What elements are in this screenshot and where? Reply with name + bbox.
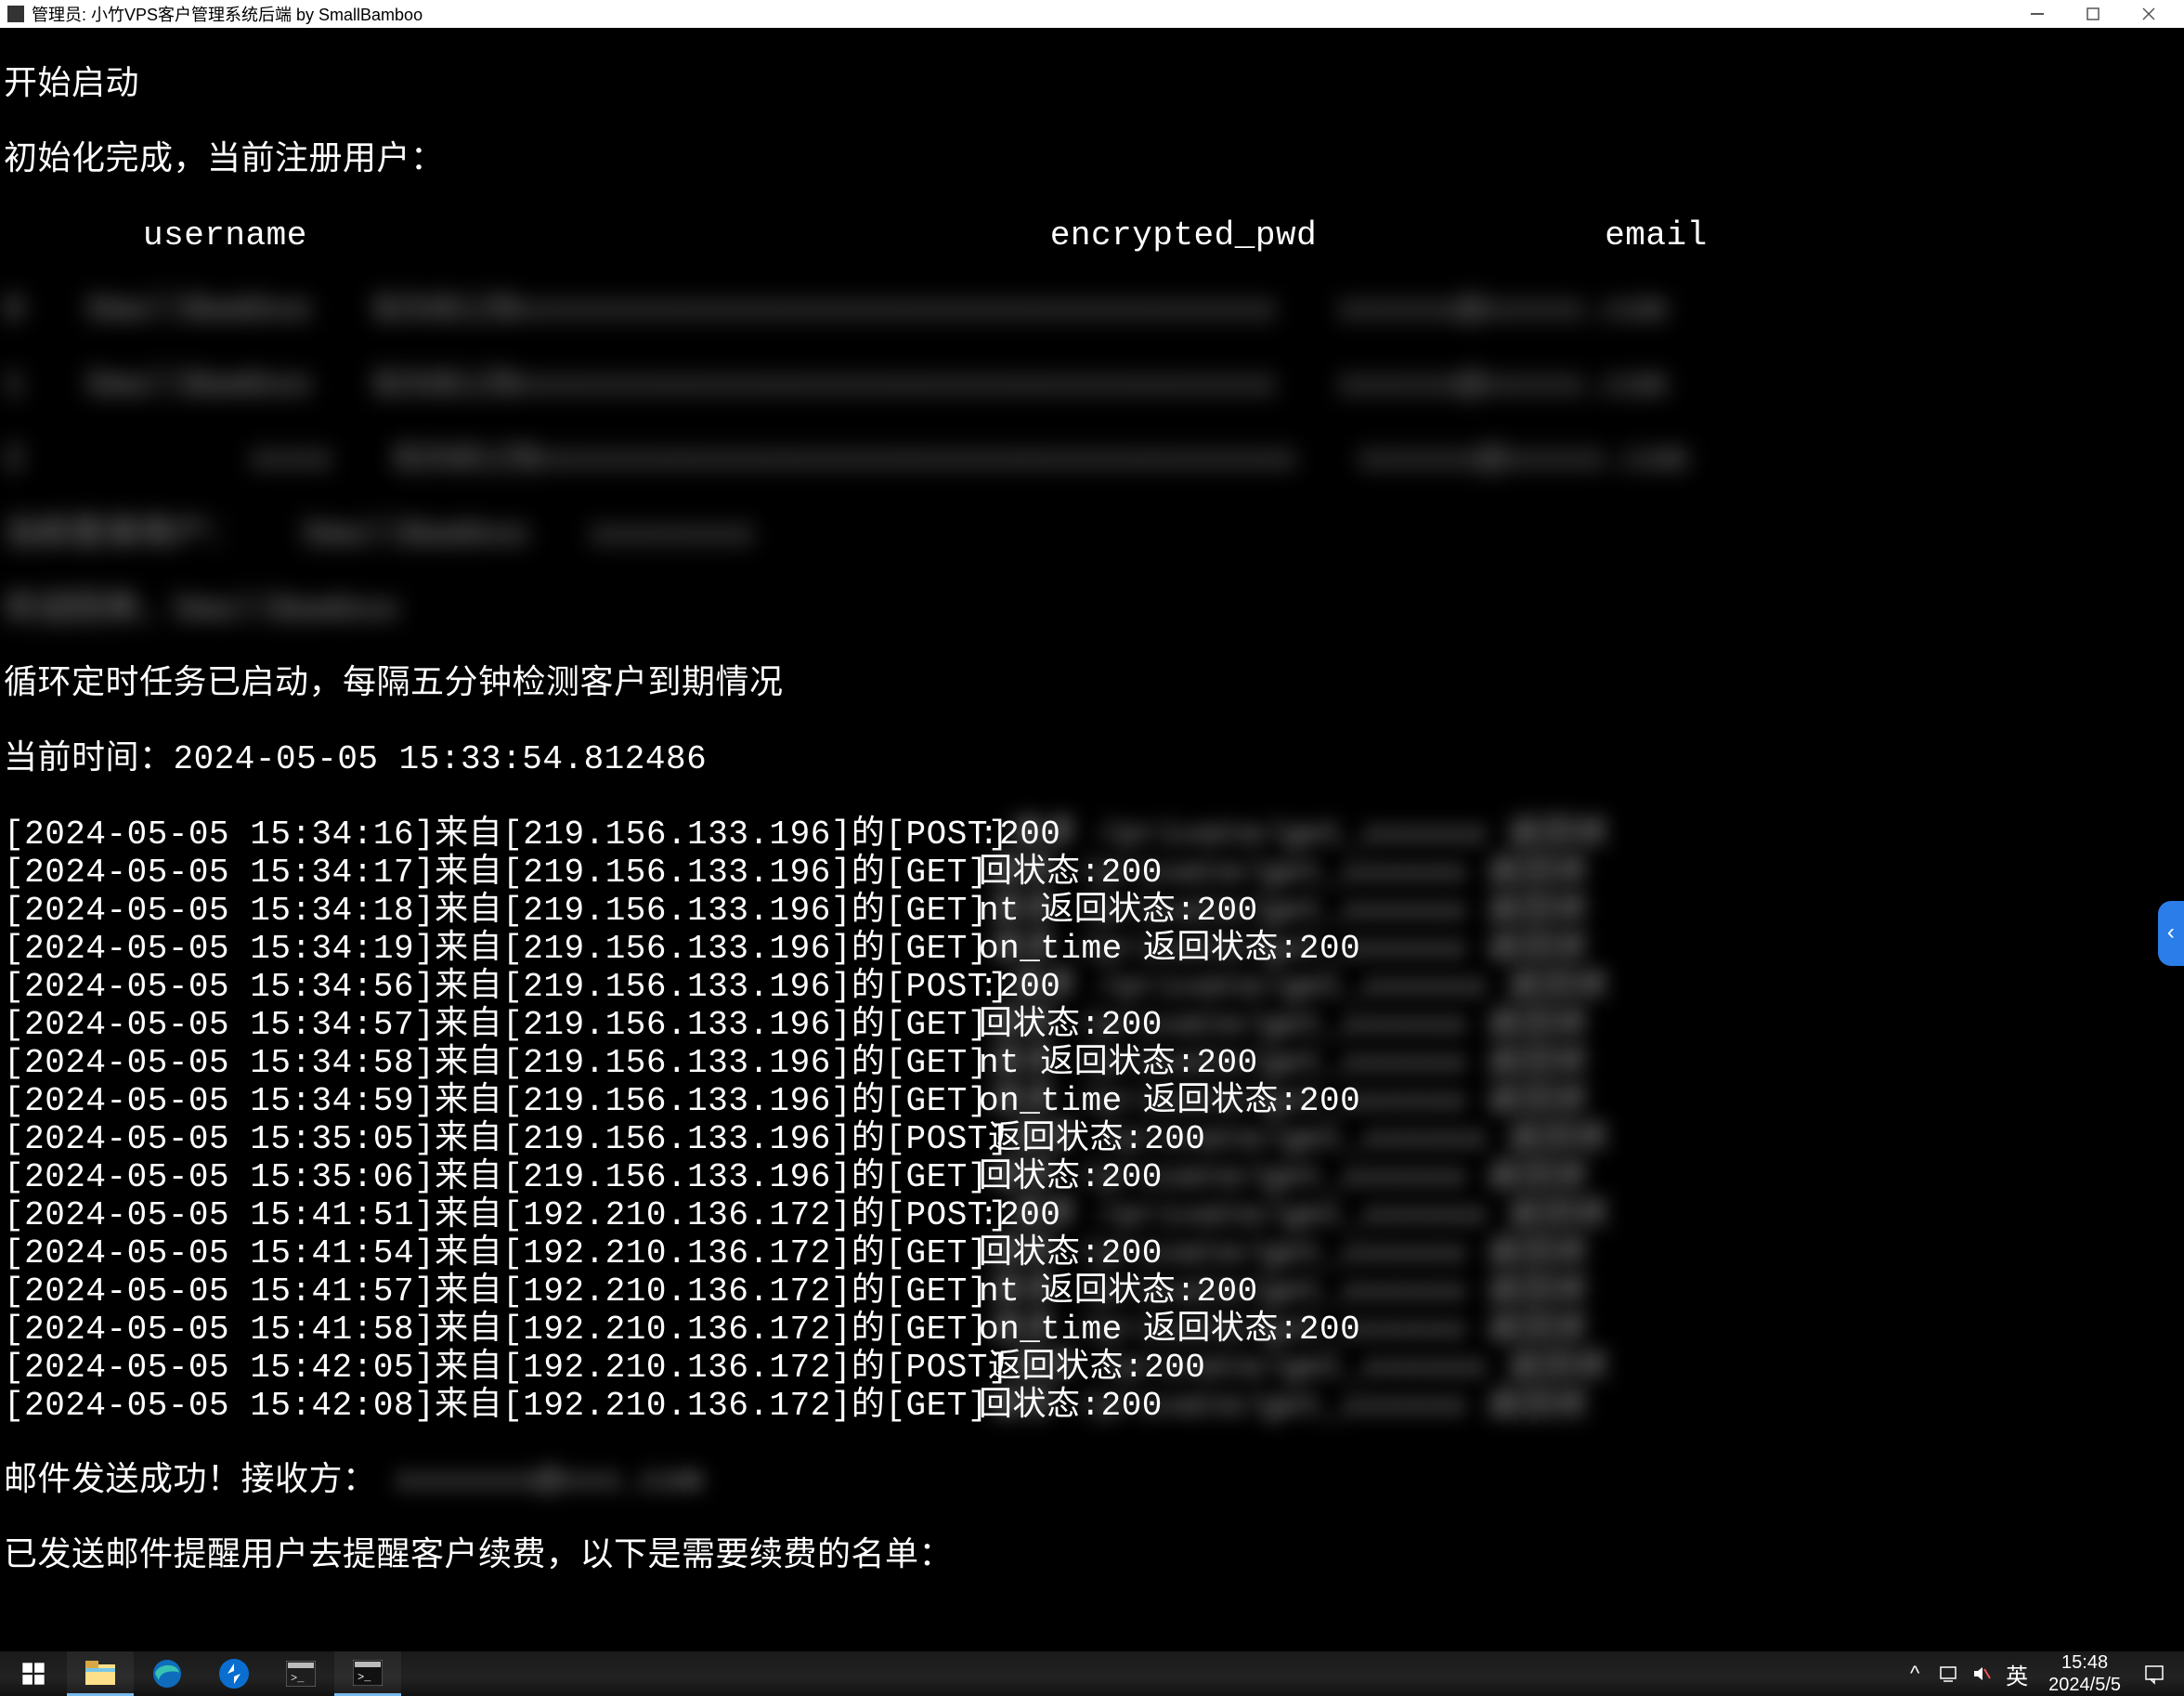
log-line: [2024-05-05 15:41:57]来自[192.210.136.172]…	[4, 1273, 2180, 1311]
log-line: [2024-05-05 15:34:56]来自[219.156.133.196]…	[4, 969, 2180, 1007]
start-button[interactable]	[0, 1651, 67, 1696]
blurred-segment: 请求 /private/get_xxxxxx 返回状	[1008, 969, 1609, 1006]
terminal-icon-1[interactable]: >_	[267, 1651, 334, 1696]
console-line: 当前时间：2024-05-05 15:33:54.812486	[4, 741, 2180, 778]
blurred-email: xxxxxxx@xxx.com	[396, 1463, 704, 1500]
ime-indicator[interactable]: 英	[1998, 1658, 2035, 1690]
log-line: [2024-05-05 15:41:51]来自[192.210.136.172]…	[4, 1197, 2180, 1235]
blurred-row: 0 SmallBamboo $2b$12$xxxxxxxxxxxxxxxxxxx…	[4, 292, 2180, 329]
window-title: 管理员: 小竹VPS客户管理系统后端 by SmallBamboo	[32, 2, 422, 26]
taskbar-clock[interactable]: 15:48 2024/5/5	[2035, 1651, 2134, 1696]
svg-text:>_: >_	[358, 1671, 371, 1684]
network-icon[interactable]	[1931, 1663, 1965, 1684]
blurred-row: 2 xxxx $2b$12$xxxxxxxxxxxxxxxxxxxxxxxxxx…	[4, 441, 2180, 478]
volume-icon[interactable]	[1965, 1663, 1998, 1684]
notification-icon[interactable]	[2134, 1663, 2175, 1685]
app-icon	[7, 6, 24, 22]
log-line: [2024-05-05 15:41:58]来自[192.210.136.172]…	[4, 1311, 2180, 1350]
app-icon-blue[interactable]	[201, 1651, 267, 1696]
log-line: [2024-05-05 15:34:17]来自[219.156.133.196]…	[4, 855, 2180, 893]
taskbar: >_ >_ ^ 英 15:48 2024/5/5	[0, 1651, 2184, 1696]
blurred-row: 1 SmallBamboo $2b$12$xxxxxxxxxxxxxxxxxxx…	[4, 367, 2180, 404]
console-output[interactable]: 开始启动 初始化完成，当前注册用户： usernameencrypted_pwd…	[0, 28, 2184, 1651]
minimize-button[interactable]	[2009, 0, 2065, 28]
log-line: [2024-05-05 15:34:16]来自[219.156.133.196]…	[4, 816, 2180, 855]
blurred-segment: 请求 /private/get_xxxxxx 返回状	[1008, 816, 1609, 854]
log-line: [2024-05-05 15:34:58]来自[219.156.133.196]…	[4, 1045, 2180, 1083]
table-header: usernameencrypted_pwdemail	[4, 217, 2180, 254]
blurred-row: 欢迎回来，SmallBamboo	[4, 592, 2180, 629]
close-button[interactable]	[2121, 0, 2177, 28]
edge-browser-icon[interactable]	[134, 1651, 201, 1696]
log-line: [2024-05-05 15:34:18]来自[219.156.133.196]…	[4, 893, 2180, 931]
tray-expand-icon[interactable]: ^	[1898, 1662, 1931, 1686]
side-panel-handle[interactable]: ‹	[2158, 901, 2184, 966]
window-titlebar[interactable]: 管理员: 小竹VPS客户管理系统后端 by SmallBamboo	[0, 0, 2184, 28]
log-line: [2024-05-05 15:35:06]来自[219.156.133.196]…	[4, 1159, 2180, 1197]
maximize-button[interactable]	[2065, 0, 2121, 28]
console-line: 已发送邮件提醒用户去提醒客户续费，以下是需要续费的名单：	[4, 1538, 2180, 1575]
log-line: [2024-05-05 15:42:08]来自[192.210.136.172]…	[4, 1388, 2180, 1426]
console-line: 开始启动	[4, 67, 2180, 104]
svg-text:>_: >_	[291, 1672, 305, 1685]
log-line: [2024-05-05 15:34:57]来自[219.156.133.196]…	[4, 1007, 2180, 1045]
blurred-row: 当前登录用户： SmallBamboo xxxxxxxx	[4, 516, 2180, 554]
log-line: [2024-05-05 15:34:19]来自[219.156.133.196]…	[4, 931, 2180, 969]
console-line: 初始化完成，当前注册用户：	[4, 142, 2180, 179]
console-line: 邮件发送成功！接收方：xxxxxxx@xxx.com	[4, 1463, 2180, 1500]
terminal-icon-2[interactable]: >_	[334, 1651, 401, 1696]
log-line: [2024-05-05 15:34:59]来自[219.156.133.196]…	[4, 1083, 2180, 1121]
log-line: [2024-05-05 15:42:05]来自[192.210.136.172]…	[4, 1350, 2180, 1388]
log-line: [2024-05-05 15:41:54]来自[192.210.136.172]…	[4, 1235, 2180, 1273]
file-explorer-icon[interactable]	[67, 1651, 134, 1696]
console-line: 循环定时任务已启动，每隔五分钟检测客户到期情况	[4, 666, 2180, 703]
log-line: [2024-05-05 15:35:05]来自[219.156.133.196]…	[4, 1121, 2180, 1159]
